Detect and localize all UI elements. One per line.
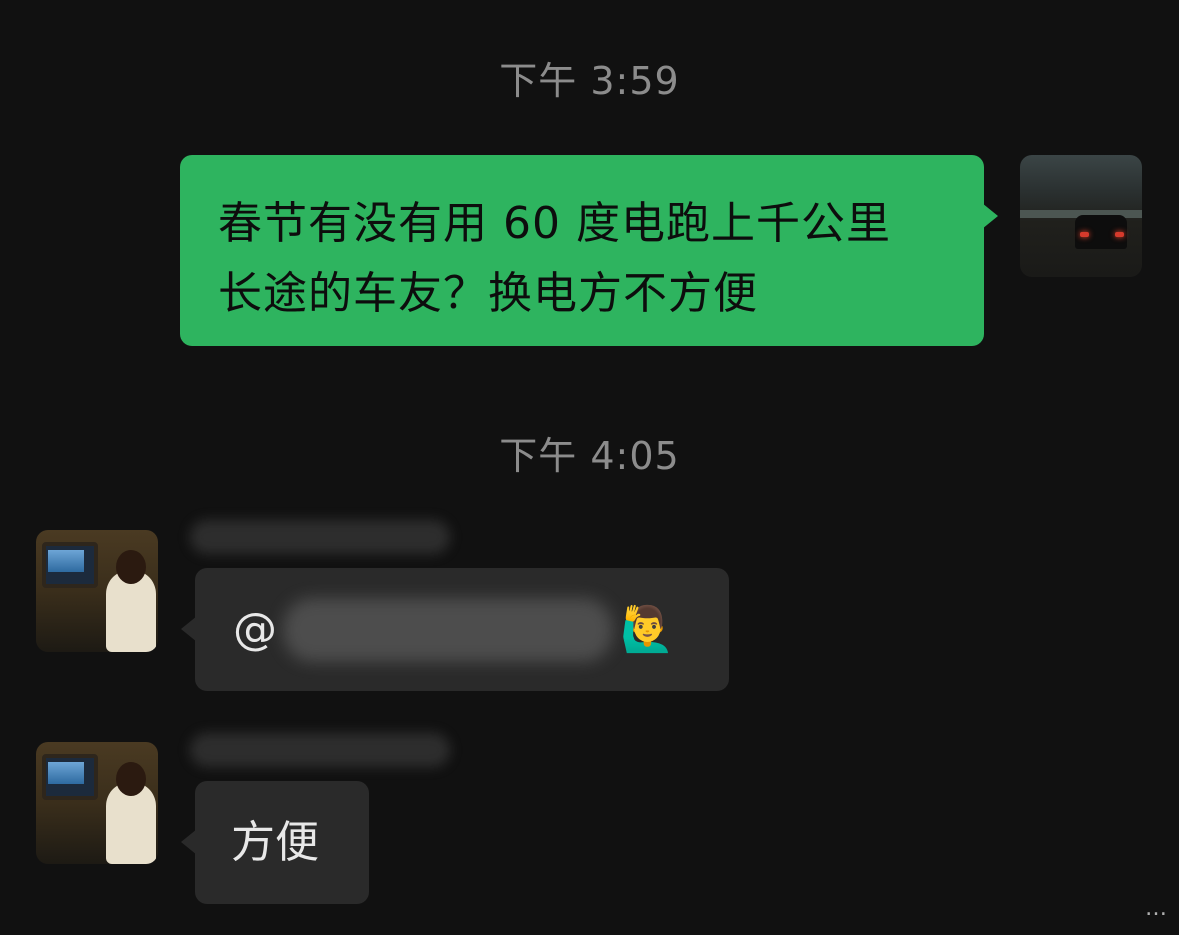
sender-name-redacted [190, 520, 450, 554]
mention-at-sign: @ [233, 604, 277, 655]
outgoing-message-line-2: 长途的车友？换电方不方便 [218, 268, 758, 319]
message-timestamp: 下午 3:59 [499, 59, 680, 103]
mention-name-redacted [283, 598, 613, 662]
my-avatar-icon[interactable] [1020, 155, 1142, 277]
incoming-message-bubble[interactable]: 方便 [181, 781, 369, 904]
outgoing-message-line-1: 春节有没有用 60 度电跑上千公里 [218, 198, 891, 249]
raising-hand-emoji-icon: 🙋‍♂️ [620, 604, 675, 655]
incoming-message-bubble[interactable]: @ 🙋‍♂️ [181, 568, 729, 691]
sender-avatar-icon[interactable] [36, 742, 158, 864]
corner-mark: … [1145, 896, 1167, 921]
sender-name-redacted [190, 733, 450, 767]
sender-avatar-icon[interactable] [36, 530, 158, 652]
incoming-message-text: 方便 [231, 817, 319, 868]
outgoing-message-bubble[interactable]: 春节有没有用 60 度电跑上千公里 长途的车友？换电方不方便 [180, 155, 998, 346]
message-timestamp: 下午 4:05 [499, 434, 680, 478]
